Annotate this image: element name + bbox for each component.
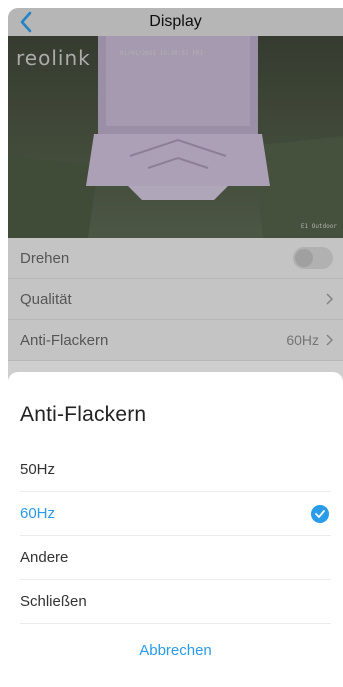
option-other[interactable]: Andere bbox=[20, 536, 331, 580]
antiflicker-action-sheet: Anti-Flackern 50Hz 60Hz Andere Schließen… bbox=[8, 372, 343, 687]
option-close[interactable]: Schließen bbox=[20, 580, 331, 624]
option-label: 50Hz bbox=[20, 461, 56, 478]
option-label: Schließen bbox=[20, 593, 87, 610]
option-label: 60Hz bbox=[20, 505, 56, 522]
cancel-button[interactable]: Abbrechen bbox=[8, 642, 343, 659]
sheet-title: Anti-Flackern bbox=[20, 403, 147, 426]
option-label: Andere bbox=[20, 549, 69, 566]
checkmark-icon bbox=[311, 504, 329, 523]
option-50hz[interactable]: 50Hz bbox=[20, 448, 331, 492]
display-screen: Display reolink 01/01/2021 10:20:51 FRI … bbox=[8, 8, 343, 687]
option-60hz[interactable]: 60Hz bbox=[20, 492, 331, 536]
